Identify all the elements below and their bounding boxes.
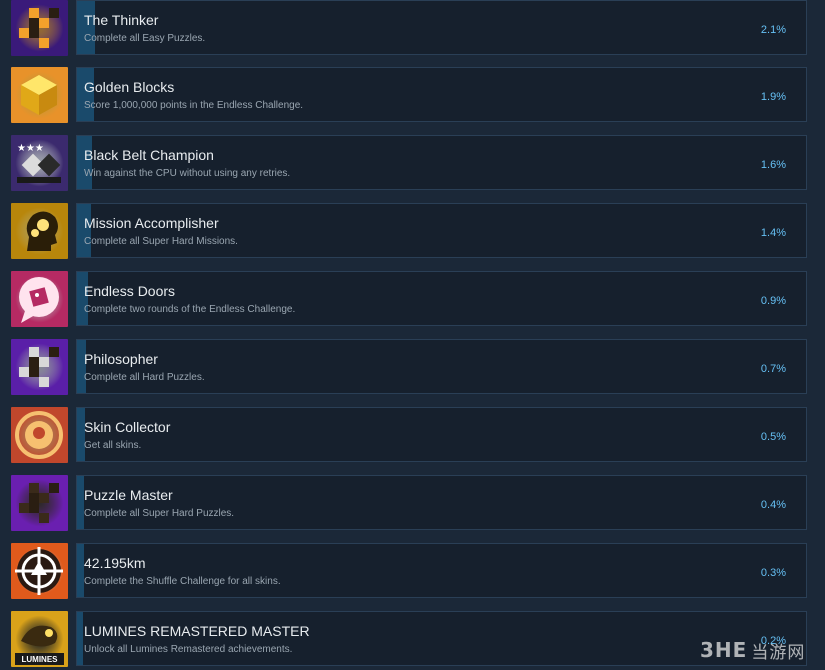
achievement-row: Mission Accomplisher Complete all Super H… [0, 203, 808, 259]
unlock-percent: 2.1% [760, 24, 786, 36]
achievement-row: 42.195km Complete the Shuffle Challenge f… [0, 543, 808, 599]
achievement-description: Score 1,000,000 points in the Endless Ch… [84, 100, 304, 111]
achievement-title: Mission Accomplisher [84, 215, 219, 231]
achievement-title: Philosopher [84, 351, 158, 367]
block-puzzle-icon [11, 339, 68, 395]
unlock-percent: 0.4% [760, 499, 786, 511]
achievement-panel: Black Belt Champion Win against the CPU w… [76, 135, 807, 190]
achievement-panel: Mission Accomplisher Complete all Super H… [76, 203, 807, 258]
achievement-title: Black Belt Champion [84, 147, 214, 163]
achievement-description: Complete all Super Hard Missions. [84, 236, 238, 247]
head-gears-icon [11, 203, 68, 259]
block-puzzle-icon [11, 0, 68, 56]
unlock-percent: 0.9% [760, 295, 786, 307]
achievement-panel: LUMINES REMASTERED MASTER Unlock all Lumi… [76, 611, 807, 666]
achievement-title: Golden Blocks [84, 79, 175, 95]
achievement-description: Complete the Shuffle Challenge for all s… [84, 576, 281, 587]
achievement-description: Win against the CPU without using any re… [84, 168, 291, 179]
achievement-row: Endless Doors Complete two rounds of the … [0, 271, 808, 327]
achievement-description: Get all skins. [84, 440, 142, 451]
achievement-title: Endless Doors [84, 283, 176, 299]
achievement-row: ★★★ Black Belt Champion Win against the C… [0, 135, 808, 191]
unlock-percent: 0.2% [760, 635, 786, 647]
progress-bar [77, 476, 84, 529]
achievement-panel: Golden Blocks Score 1,000,000 points in t… [76, 67, 807, 122]
achievement-panel: Puzzle Master Complete all Super Hard Puz… [76, 475, 807, 530]
svg-text:LUMINES: LUMINES [22, 655, 59, 664]
achievement-description: Complete all Easy Puzzles. [84, 33, 206, 44]
target-emblem-icon [11, 543, 68, 599]
unlock-percent: 0.7% [760, 363, 786, 375]
chat-bubble-block-icon [11, 271, 68, 327]
achievement-row: Philosopher Complete all Hard Puzzles. 0.7… [0, 339, 808, 395]
achievement-panel: Skin Collector Get all skins. 0.5% [76, 407, 807, 462]
lumines-logo-icon: LUMINES [11, 611, 68, 667]
achievement-panel: Philosopher Complete all Hard Puzzles. 0.7… [76, 339, 807, 394]
achievement-row: Skin Collector Get all skins. 0.5% [0, 407, 808, 463]
achievement-title: Skin Collector [84, 419, 171, 435]
achievement-row: Puzzle Master Complete all Super Hard Puz… [0, 475, 808, 531]
achievement-row: Golden Blocks Score 1,000,000 points in t… [0, 67, 808, 123]
achievement-description: Unlock all Lumines Remastered achievemen… [84, 644, 293, 655]
achievement-panel: The Thinker Complete all Easy Puzzles. 2.1… [76, 0, 807, 55]
black-belt-icon: ★★★ [11, 135, 68, 191]
progress-bar [77, 544, 84, 597]
progress-bar [77, 612, 83, 665]
unlock-percent: 1.4% [760, 227, 786, 239]
unlock-percent: 0.5% [760, 431, 786, 443]
medal-emblem-icon [11, 407, 68, 463]
achievement-row: LUMINES LUMINES REMASTERED MASTER Unlock … [0, 611, 808, 667]
achievement-description: Complete all Hard Puzzles. [84, 372, 205, 383]
achievement-row: The Thinker Complete all Easy Puzzles. 2.1… [0, 0, 808, 56]
achievement-title: The Thinker [84, 12, 159, 28]
achievement-title: LUMINES REMASTERED MASTER [84, 623, 310, 639]
achievement-title: Puzzle Master [84, 487, 173, 503]
achievement-description: Complete two rounds of the Endless Chall… [84, 304, 296, 315]
block-puzzle-icon [11, 475, 68, 531]
unlock-percent: 1.6% [760, 159, 786, 171]
achievement-title: 42.195km [84, 555, 146, 571]
achievement-list: The Thinker Complete all Easy Puzzles. 2.1… [0, 0, 825, 670]
svg-text:★★★: ★★★ [17, 143, 44, 154]
golden-block-icon [11, 67, 68, 123]
achievement-panel: 42.195km Complete the Shuffle Challenge f… [76, 543, 807, 598]
unlock-percent: 1.9% [760, 91, 786, 103]
achievement-description: Complete all Super Hard Puzzles. [84, 508, 235, 519]
achievement-panel: Endless Doors Complete two rounds of the … [76, 271, 807, 326]
unlock-percent: 0.3% [760, 567, 786, 579]
